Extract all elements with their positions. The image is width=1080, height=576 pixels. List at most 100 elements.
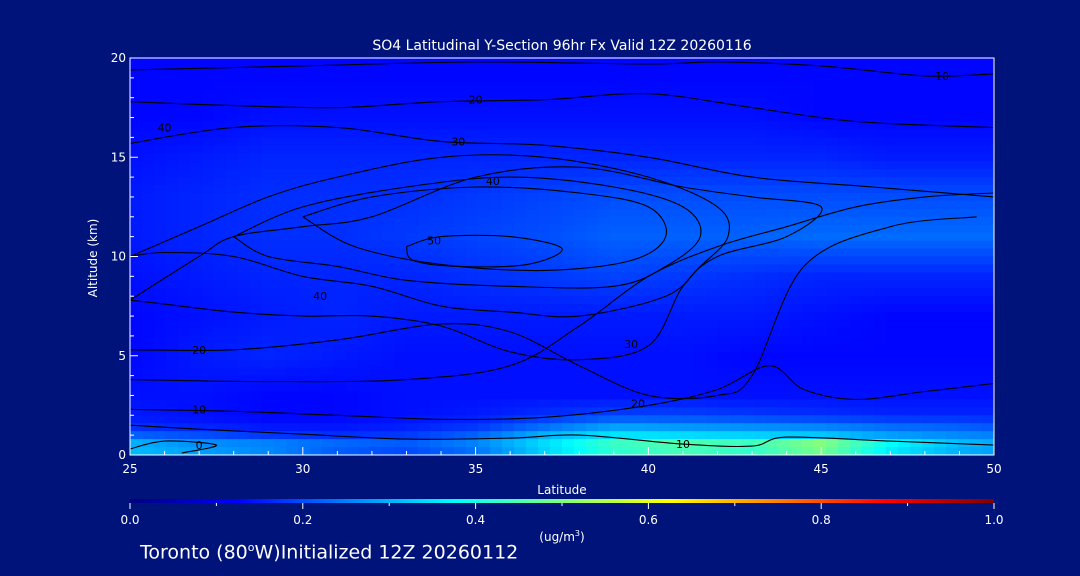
- heatmap-cell: [898, 145, 911, 154]
- heatmap-cell: [682, 73, 695, 83]
- heatmap-cell: [706, 320, 719, 329]
- heatmap-cell: [802, 97, 815, 107]
- heatmap-cell: [274, 304, 287, 313]
- heatmap-cell: [442, 296, 455, 305]
- heatmap-cell: [586, 264, 599, 273]
- heatmap-cell: [754, 312, 767, 321]
- heatmap-cell: [694, 367, 707, 377]
- heatmap-cell: [622, 327, 635, 337]
- heatmap-cell: [214, 327, 227, 337]
- heatmap-cell: [574, 208, 587, 218]
- heatmap-cell: [766, 153, 779, 162]
- heatmap-cell: [982, 439, 994, 448]
- heatmap-cell: [598, 105, 611, 115]
- heatmap-cell: [778, 208, 791, 218]
- heatmap-cell: [238, 121, 251, 131]
- heatmap-cell: [454, 256, 467, 266]
- heatmap-cell: [370, 359, 383, 369]
- heatmap-cell: [586, 208, 599, 218]
- heatmap-cell: [178, 89, 191, 99]
- heatmap-cell: [538, 391, 551, 401]
- heatmap-cell: [406, 169, 419, 178]
- heatmap-cell: [946, 288, 959, 297]
- heatmap-cell: [970, 65, 983, 75]
- heatmap-cell: [814, 153, 827, 162]
- heatmap-cell: [790, 240, 803, 250]
- heatmap-cell: [670, 351, 683, 361]
- heatmap-cell: [526, 304, 539, 313]
- heatmap-cell: [370, 58, 383, 67]
- heatmap-cell: [394, 224, 407, 234]
- heatmap-cell: [970, 439, 983, 448]
- heatmap-cell: [502, 192, 515, 202]
- heatmap-cell: [646, 137, 659, 146]
- heatmap-cell: [778, 391, 791, 401]
- heatmap-cell: [382, 105, 395, 115]
- heatmap-cell: [862, 296, 875, 305]
- heatmap-cell: [778, 232, 791, 242]
- heatmap-cell: [586, 240, 599, 250]
- heatmap-cell: [526, 73, 539, 83]
- heatmap-cell: [142, 232, 155, 242]
- heatmap-cell: [430, 327, 443, 337]
- heatmap-cell: [154, 439, 167, 448]
- heatmap-cell: [358, 58, 371, 67]
- heatmap-cell: [334, 81, 347, 91]
- heatmap-cell: [442, 208, 455, 218]
- heatmap-cell: [622, 439, 635, 448]
- heatmap-cell: [586, 272, 599, 281]
- heatmap-cell: [358, 288, 371, 297]
- heatmap-cell: [802, 145, 815, 154]
- heatmap-cell: [562, 232, 575, 242]
- heatmap-cell: [322, 153, 335, 162]
- heatmap-cell: [898, 296, 911, 305]
- heatmap-cell: [958, 137, 971, 146]
- heatmap-cell: [526, 81, 539, 91]
- heatmap-cell: [130, 415, 143, 424]
- heatmap-cell: [586, 256, 599, 266]
- heatmap-cell: [838, 407, 851, 416]
- heatmap-cell: [214, 407, 227, 416]
- heatmap-cell: [982, 367, 994, 377]
- heatmap-cell: [970, 423, 983, 432]
- heatmap-cell: [586, 415, 599, 424]
- heatmap-cell: [526, 121, 539, 131]
- heatmap-cell: [754, 335, 767, 345]
- heatmap-cell: [454, 200, 467, 210]
- heatmap-cell: [478, 423, 491, 432]
- heatmap-cell: [226, 224, 239, 234]
- heatmap-cell: [658, 367, 671, 377]
- heatmap-cell: [214, 343, 227, 353]
- heatmap-cell: [982, 169, 994, 178]
- heatmap-cell: [478, 256, 491, 266]
- heatmap-cell: [478, 65, 491, 75]
- heatmap-cell: [586, 423, 599, 432]
- heatmap-cell: [514, 129, 527, 138]
- heatmap-cell: [394, 177, 407, 186]
- heatmap-cell: [634, 73, 647, 83]
- heatmap-cell: [970, 200, 983, 210]
- heatmap-cell: [550, 407, 563, 416]
- heatmap-cell: [742, 185, 755, 194]
- heatmap-cell: [334, 97, 347, 107]
- heatmap-cell: [514, 407, 527, 416]
- heatmap-cell: [826, 89, 839, 99]
- heatmap-cell: [190, 145, 203, 154]
- heatmap-cell: [910, 351, 923, 361]
- heatmap-cell: [622, 177, 635, 186]
- heatmap-cell: [382, 391, 395, 401]
- heatmap-cell: [730, 383, 743, 393]
- heatmap-cell: [238, 58, 251, 67]
- heatmap-cell: [790, 327, 803, 337]
- heatmap-cell: [262, 351, 275, 361]
- heatmap-cell: [718, 153, 731, 162]
- heatmap-cell: [214, 367, 227, 377]
- heatmap-cell: [718, 407, 731, 416]
- heatmap-cell: [442, 256, 455, 266]
- heatmap-cell: [910, 367, 923, 377]
- heatmap-cell: [922, 272, 935, 281]
- heatmap-cell: [658, 304, 671, 313]
- heatmap-cell: [970, 137, 983, 146]
- heatmap-cell: [394, 137, 407, 146]
- heatmap-cell: [958, 351, 971, 361]
